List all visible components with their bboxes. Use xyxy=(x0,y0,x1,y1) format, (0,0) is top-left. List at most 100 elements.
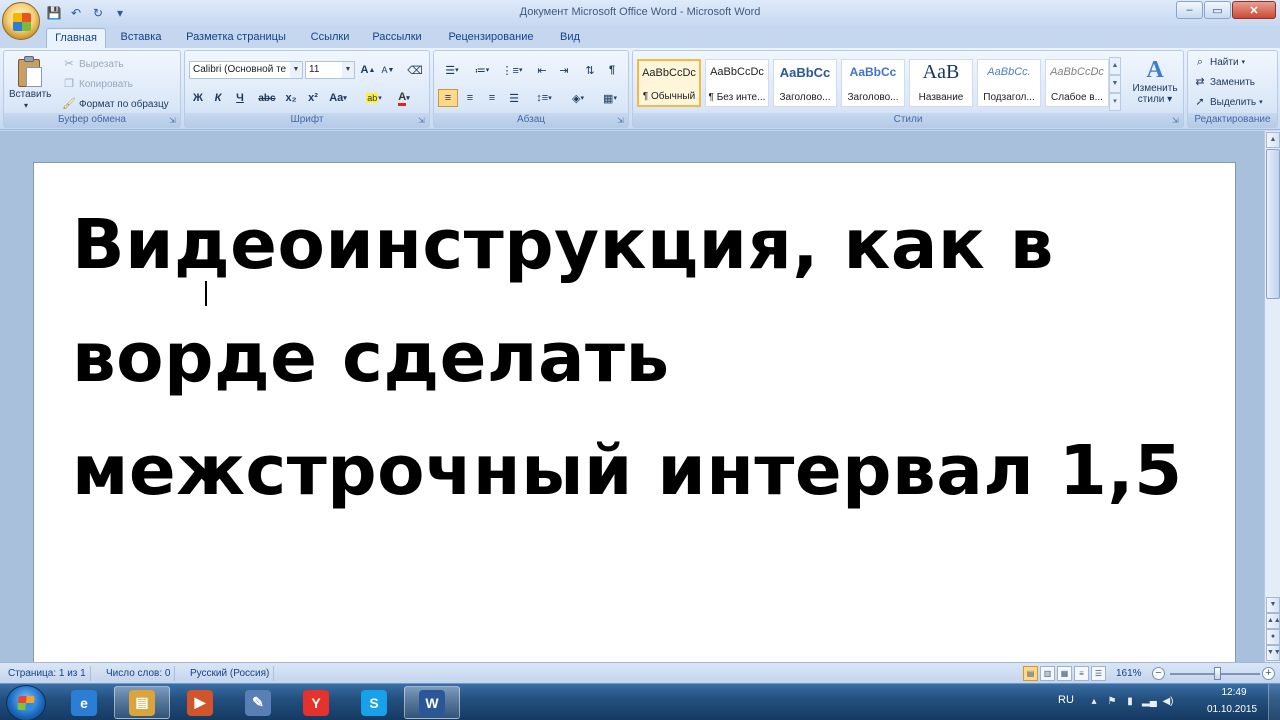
shading-icon[interactable]: ◈ ▾ xyxy=(564,89,592,107)
paste-dropdown-icon[interactable]: ▾ xyxy=(24,101,28,110)
draft-view-icon[interactable]: ☰ xyxy=(1091,666,1106,681)
taskbar-app-button[interactable]: Y xyxy=(288,686,344,719)
volume-icon[interactable]: ◀) xyxy=(1162,695,1174,709)
document-heading-text[interactable]: Видеоинструкция, как в ворде сделать меж… xyxy=(72,189,1232,528)
outline-view-icon[interactable]: ≡ xyxy=(1074,666,1089,681)
tab-references[interactable]: Ссылки xyxy=(302,28,358,48)
decrease-indent-icon[interactable]: ⇤ xyxy=(532,61,552,79)
line-spacing-icon[interactable]: ↕≡ ▾ xyxy=(530,89,558,107)
tab-insert[interactable]: Вставка xyxy=(112,28,170,48)
select-browse-object-icon[interactable]: ● xyxy=(1266,629,1280,645)
style-title-tile[interactable]: AaB Название xyxy=(909,59,973,107)
font-name-combo[interactable]: Calibri (Основной те ▼ xyxy=(189,61,303,79)
paste-icon[interactable] xyxy=(12,55,46,89)
clock-date[interactable]: 01.10.2015 xyxy=(1200,704,1264,715)
cut-button[interactable]: ✂ Вырезать xyxy=(62,57,123,71)
format-painter-button[interactable]: 🖌 Формат по образцу xyxy=(62,97,169,111)
action-center-icon[interactable]: ⚑ xyxy=(1106,695,1118,709)
clear-formatting-button[interactable]: ⌫ xyxy=(405,61,425,79)
style-normal-tile[interactable]: AaBbCcDc ¶ Обычный xyxy=(637,59,701,107)
change-case-button[interactable]: Aa ▾ xyxy=(325,89,351,107)
find-button[interactable]: ⌕ Найти ▾ xyxy=(1193,55,1245,69)
multilevel-list-icon[interactable]: ⋮≡ ▾ xyxy=(498,61,526,79)
shrink-font-button[interactable]: A ▼ xyxy=(379,61,397,79)
increase-indent-icon[interactable]: ⇥ xyxy=(554,61,574,79)
sort-icon[interactable]: ⇅ xyxy=(580,61,600,79)
clock-time[interactable]: 12:49 xyxy=(1206,687,1262,698)
show-desktop-button[interactable] xyxy=(1268,684,1280,720)
print-layout-view-icon[interactable]: ▤ xyxy=(1023,666,1038,681)
gallery-up-icon[interactable]: ▲ xyxy=(1109,57,1121,75)
bullets-icon[interactable]: ☰ ▾ xyxy=(438,61,466,79)
font-dialog-launcher-icon[interactable]: ⇲ xyxy=(418,116,427,125)
zoom-out-icon[interactable]: − xyxy=(1152,667,1165,680)
battery-icon[interactable]: ▮ xyxy=(1124,695,1136,709)
next-page-icon[interactable]: ▼▼ xyxy=(1266,645,1280,661)
superscript-button[interactable]: x² xyxy=(303,89,323,107)
scroll-up-icon[interactable]: ▲ xyxy=(1266,132,1280,148)
input-language-indicator[interactable]: RU xyxy=(1058,694,1074,706)
language-status[interactable]: Русский (Россия) xyxy=(186,666,275,681)
page-count-status[interactable]: Страница: 1 из 1 xyxy=(4,666,91,681)
zoom-in-icon[interactable]: + xyxy=(1262,667,1275,680)
numbering-icon[interactable]: ≔ ▾ xyxy=(468,61,496,79)
paragraph-dialog-launcher-icon[interactable]: ⇲ xyxy=(617,116,626,125)
tab-home[interactable]: Главная xyxy=(46,28,106,48)
full-screen-reading-icon[interactable]: ▥ xyxy=(1040,666,1055,681)
strikethrough-button[interactable]: abc xyxy=(255,89,279,107)
tab-mailings[interactable]: Рассылки xyxy=(366,28,428,48)
align-right-icon[interactable]: ≡ xyxy=(482,89,502,107)
select-button[interactable]: ➚ Выделить ▾ xyxy=(1193,95,1262,109)
styles-dialog-launcher-icon[interactable]: ⇲ xyxy=(1172,116,1181,125)
tab-view[interactable]: Вид xyxy=(552,28,588,48)
style-heading2-tile[interactable]: AaBbCc Заголово... xyxy=(841,59,905,107)
gallery-more-icon[interactable]: ▾ xyxy=(1109,93,1121,111)
align-left-icon[interactable]: ≡ xyxy=(438,89,458,107)
taskbar-app-button[interactable]: W xyxy=(404,686,460,719)
font-size-combo[interactable]: 11 ▼ xyxy=(305,61,355,79)
show-marks-icon[interactable]: ¶ xyxy=(602,61,622,79)
tab-page-layout[interactable]: Разметка страницы xyxy=(180,28,292,48)
taskbar-app-button[interactable]: ✎ xyxy=(230,686,286,719)
change-styles-button[interactable]: A Изменить стили ▾ xyxy=(1127,57,1183,105)
office-button[interactable] xyxy=(2,2,40,40)
borders-icon[interactable]: ▦ ▾ xyxy=(596,89,624,107)
start-button[interactable] xyxy=(6,685,46,720)
maximize-button[interactable]: ▭ xyxy=(1204,1,1231,19)
zoom-level[interactable]: 161% xyxy=(1112,666,1146,681)
copy-button[interactable]: ❐ Копировать xyxy=(62,77,133,91)
minimize-button[interactable]: – xyxy=(1176,1,1203,19)
align-center-icon[interactable]: ≡ xyxy=(460,89,480,107)
replace-button[interactable]: ⇄ Заменить xyxy=(1193,75,1255,89)
clipboard-dialog-launcher-icon[interactable]: ⇲ xyxy=(169,116,178,125)
show-hidden-icons-icon[interactable]: ▴ xyxy=(1088,695,1100,709)
vertical-scrollbar[interactable]: ▲ ▼ ▲▲ ● ▼▼ xyxy=(1264,131,1280,662)
document-page[interactable]: Видеоинструкция, как в ворде сделать меж… xyxy=(33,162,1236,662)
grow-font-button[interactable]: A ▲ xyxy=(359,61,377,79)
style-subtle-emphasis-tile[interactable]: AaBbCcDc Слабое в... xyxy=(1045,59,1109,107)
subscript-button[interactable]: x₂ xyxy=(281,89,301,107)
paste-button[interactable]: Вставить xyxy=(9,89,51,100)
scrollbar-thumb[interactable] xyxy=(1266,149,1280,299)
style-subtitle-tile[interactable]: AaBbCc. Подзагол... xyxy=(977,59,1041,107)
taskbar-app-button[interactable]: S xyxy=(346,686,402,719)
bold-button[interactable]: Ж xyxy=(189,89,207,107)
justify-icon[interactable]: ☰ xyxy=(504,89,524,107)
taskbar-app-button[interactable]: ▶ xyxy=(172,686,228,719)
word-count-status[interactable]: Число слов: 0 xyxy=(102,666,176,681)
font-color-button[interactable]: A ▾ xyxy=(391,89,417,107)
prev-page-icon[interactable]: ▲▲ xyxy=(1266,613,1280,629)
tab-review[interactable]: Рецензирование xyxy=(438,28,544,48)
style-heading1-tile[interactable]: AaBbCc Заголово... xyxy=(773,59,837,107)
gallery-down-icon[interactable]: ▼ xyxy=(1109,75,1121,93)
style-no-spacing-tile[interactable]: AaBbCcDc ¶ Без инте... xyxy=(705,59,769,107)
web-layout-icon[interactable]: ▦ xyxy=(1057,666,1072,681)
network-icon[interactable]: ▂▄ xyxy=(1142,695,1157,709)
scroll-down-icon[interactable]: ▼ xyxy=(1266,597,1280,613)
underline-button[interactable]: Ч xyxy=(229,89,251,107)
taskbar-app-button[interactable]: e xyxy=(56,686,112,719)
zoom-slider-thumb[interactable] xyxy=(1214,667,1221,680)
close-button[interactable]: ✕ xyxy=(1232,1,1276,19)
italic-button[interactable]: К xyxy=(209,89,227,107)
taskbar-app-button[interactable]: ▤ xyxy=(114,686,170,719)
